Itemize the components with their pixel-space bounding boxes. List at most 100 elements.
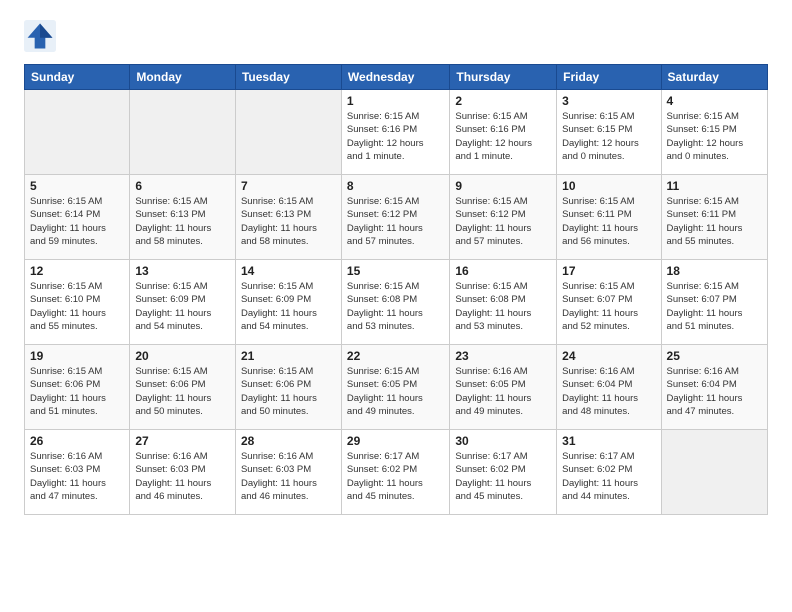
day-info: Sunrise: 6:15 AM Sunset: 6:12 PM Dayligh… (347, 195, 444, 248)
day-info: Sunrise: 6:15 AM Sunset: 6:07 PM Dayligh… (562, 280, 655, 333)
day-number: 6 (135, 179, 230, 193)
day-number: 24 (562, 349, 655, 363)
day-number: 21 (241, 349, 336, 363)
day-number: 11 (667, 179, 762, 193)
calendar-cell: 31 Sunrise: 6:17 AM Sunset: 6:02 PM Dayli… (557, 430, 661, 515)
weekday-row: SundayMondayTuesdayWednesdayThursdayFrid… (25, 65, 768, 90)
day-info: Sunrise: 6:15 AM Sunset: 6:10 PM Dayligh… (30, 280, 124, 333)
calendar-cell (235, 90, 341, 175)
day-info: Sunrise: 6:15 AM Sunset: 6:06 PM Dayligh… (241, 365, 336, 418)
day-number: 15 (347, 264, 444, 278)
day-number: 8 (347, 179, 444, 193)
calendar-body: 1 Sunrise: 6:15 AM Sunset: 6:16 PM Daylig… (25, 90, 768, 515)
calendar-cell (661, 430, 767, 515)
week-row-0: 1 Sunrise: 6:15 AM Sunset: 6:16 PM Daylig… (25, 90, 768, 175)
calendar-cell: 20 Sunrise: 6:15 AM Sunset: 6:06 PM Dayli… (130, 345, 236, 430)
day-number: 2 (455, 94, 551, 108)
day-info: Sunrise: 6:15 AM Sunset: 6:07 PM Dayligh… (667, 280, 762, 333)
day-number: 22 (347, 349, 444, 363)
day-info: Sunrise: 6:15 AM Sunset: 6:13 PM Dayligh… (241, 195, 336, 248)
calendar-cell: 2 Sunrise: 6:15 AM Sunset: 6:16 PM Daylig… (450, 90, 557, 175)
calendar-cell: 29Sunrise: 6:17 AM Sunset: 6:02 PM Dayli… (341, 430, 449, 515)
page: SundayMondayTuesdayWednesdayThursdayFrid… (0, 0, 792, 612)
day-info: Sunrise: 6:15 AM Sunset: 6:08 PM Dayligh… (347, 280, 444, 333)
calendar-cell: 16 Sunrise: 6:15 AM Sunset: 6:08 PM Dayli… (450, 260, 557, 345)
day-info: Sunrise: 6:16 AM Sunset: 6:04 PM Dayligh… (667, 365, 762, 418)
day-number: 31 (562, 434, 655, 448)
day-number: 5 (30, 179, 124, 193)
day-number: 7 (241, 179, 336, 193)
day-info: Sunrise: 6:15 AM Sunset: 6:15 PM Dayligh… (667, 110, 762, 163)
calendar-cell: 11Sunrise: 6:15 AM Sunset: 6:11 PM Dayli… (661, 175, 767, 260)
weekday-header-sunday: Sunday (25, 65, 130, 90)
day-info: Sunrise: 6:15 AM Sunset: 6:14 PM Dayligh… (30, 195, 124, 248)
day-info: Sunrise: 6:17 AM Sunset: 6:02 PM Dayligh… (562, 450, 655, 503)
day-number: 16 (455, 264, 551, 278)
day-info: Sunrise: 6:15 AM Sunset: 6:06 PM Dayligh… (30, 365, 124, 418)
week-row-2: 12 Sunrise: 6:15 AM Sunset: 6:10 PM Dayli… (25, 260, 768, 345)
day-info: Sunrise: 6:16 AM Sunset: 6:03 PM Dayligh… (135, 450, 230, 503)
day-number: 12 (30, 264, 124, 278)
calendar-cell: 4 Sunrise: 6:15 AM Sunset: 6:15 PM Daylig… (661, 90, 767, 175)
day-info: Sunrise: 6:15 AM Sunset: 6:16 PM Dayligh… (347, 110, 444, 163)
day-info: Sunrise: 6:15 AM Sunset: 6:16 PM Dayligh… (455, 110, 551, 163)
day-number: 20 (135, 349, 230, 363)
day-info: Sunrise: 6:15 AM Sunset: 6:06 PM Dayligh… (135, 365, 230, 418)
day-number: 25 (667, 349, 762, 363)
calendar-cell: 28Sunrise: 6:16 AM Sunset: 6:03 PM Dayli… (235, 430, 341, 515)
day-number: 13 (135, 264, 230, 278)
calendar-cell: 21 Sunrise: 6:15 AM Sunset: 6:06 PM Dayli… (235, 345, 341, 430)
day-info: Sunrise: 6:15 AM Sunset: 6:08 PM Dayligh… (455, 280, 551, 333)
day-info: Sunrise: 6:16 AM Sunset: 6:04 PM Dayligh… (562, 365, 655, 418)
calendar-cell: 23 Sunrise: 6:16 AM Sunset: 6:05 PM Dayli… (450, 345, 557, 430)
weekday-header-thursday: Thursday (450, 65, 557, 90)
week-row-4: 26 Sunrise: 6:16 AM Sunset: 6:03 PM Dayli… (25, 430, 768, 515)
calendar-cell: 6Sunrise: 6:15 AM Sunset: 6:13 PM Daylig… (130, 175, 236, 260)
calendar-cell: 5 Sunrise: 6:15 AM Sunset: 6:14 PM Daylig… (25, 175, 130, 260)
calendar-cell: 13Sunrise: 6:15 AM Sunset: 6:09 PM Dayli… (130, 260, 236, 345)
calendar-cell: 18Sunrise: 6:15 AM Sunset: 6:07 PM Dayli… (661, 260, 767, 345)
calendar-cell: 14 Sunrise: 6:15 AM Sunset: 6:09 PM Dayli… (235, 260, 341, 345)
day-number: 19 (30, 349, 124, 363)
day-number: 29 (347, 434, 444, 448)
day-info: Sunrise: 6:15 AM Sunset: 6:09 PM Dayligh… (241, 280, 336, 333)
weekday-header-saturday: Saturday (661, 65, 767, 90)
day-number: 4 (667, 94, 762, 108)
logo-icon (24, 20, 56, 52)
day-info: Sunrise: 6:15 AM Sunset: 6:15 PM Dayligh… (562, 110, 655, 163)
calendar-cell: 7 Sunrise: 6:15 AM Sunset: 6:13 PM Daylig… (235, 175, 341, 260)
weekday-header-tuesday: Tuesday (235, 65, 341, 90)
header (24, 20, 768, 52)
calendar: SundayMondayTuesdayWednesdayThursdayFrid… (24, 64, 768, 515)
day-number: 28 (241, 434, 336, 448)
week-row-1: 5 Sunrise: 6:15 AM Sunset: 6:14 PM Daylig… (25, 175, 768, 260)
calendar-cell: 26Sunrise: 6:16 AM Sunset: 6:03 PM Dayli… (25, 430, 130, 515)
weekday-header-wednesday: Wednesday (341, 65, 449, 90)
calendar-cell: 3 Sunrise: 6:15 AM Sunset: 6:15 PM Daylig… (557, 90, 661, 175)
day-info: Sunrise: 6:15 AM Sunset: 6:12 PM Dayligh… (455, 195, 551, 248)
calendar-cell: 1 Sunrise: 6:15 AM Sunset: 6:16 PM Daylig… (341, 90, 449, 175)
calendar-cell: 24 Sunrise: 6:16 AM Sunset: 6:04 PM Dayli… (557, 345, 661, 430)
calendar-cell: 12 Sunrise: 6:15 AM Sunset: 6:10 PM Dayli… (25, 260, 130, 345)
day-number: 27 (135, 434, 230, 448)
day-info: Sunrise: 6:15 AM Sunset: 6:05 PM Dayligh… (347, 365, 444, 418)
calendar-cell: 22 Sunrise: 6:15 AM Sunset: 6:05 PM Dayli… (341, 345, 449, 430)
calendar-cell: 25 Sunrise: 6:16 AM Sunset: 6:04 PM Dayli… (661, 345, 767, 430)
calendar-cell: 27 Sunrise: 6:16 AM Sunset: 6:03 PM Dayli… (130, 430, 236, 515)
day-number: 23 (455, 349, 551, 363)
calendar-cell: 9 Sunrise: 6:15 AM Sunset: 6:12 PM Daylig… (450, 175, 557, 260)
day-number: 17 (562, 264, 655, 278)
day-number: 1 (347, 94, 444, 108)
calendar-cell: 30 Sunrise: 6:17 AM Sunset: 6:02 PM Dayli… (450, 430, 557, 515)
day-number: 14 (241, 264, 336, 278)
day-number: 26 (30, 434, 124, 448)
day-number: 10 (562, 179, 655, 193)
day-info: Sunrise: 6:16 AM Sunset: 6:05 PM Dayligh… (455, 365, 551, 418)
calendar-cell: 19 Sunrise: 6:15 AM Sunset: 6:06 PM Dayli… (25, 345, 130, 430)
day-number: 9 (455, 179, 551, 193)
calendar-cell (25, 90, 130, 175)
calendar-cell: 8 Sunrise: 6:15 AM Sunset: 6:12 PM Daylig… (341, 175, 449, 260)
day-number: 3 (562, 94, 655, 108)
day-info: Sunrise: 6:17 AM Sunset: 6:02 PM Dayligh… (455, 450, 551, 503)
day-number: 30 (455, 434, 551, 448)
